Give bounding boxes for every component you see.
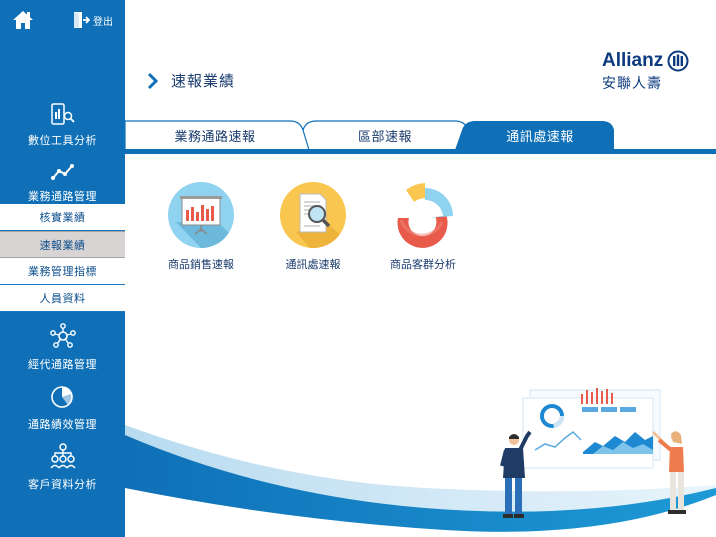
tile-label: 商品客群分析 — [390, 258, 456, 271]
nav-item-customer-analysis[interactable]: 客戶資料分析 — [0, 443, 125, 492]
nav-item-broker-channel[interactable]: 經代通路管理 — [0, 323, 125, 372]
nav-label: 客戶資料分析 — [28, 478, 97, 491]
brand-name-zh: 安聯人壽 — [602, 76, 662, 92]
tile-icon-bg — [388, 182, 458, 248]
dashboard-panel — [522, 388, 661, 469]
submenu-item-kpi[interactable]: 業務管理指標 — [0, 258, 125, 285]
presentation-board-icon — [176, 196, 234, 248]
wave-illustration — [125, 388, 716, 537]
submenu-item-verified[interactable]: 核實業績 — [0, 204, 125, 231]
bottom-illustration — [125, 370, 716, 537]
sidebar: 登出 數位工具分析 業務通路管理 核實業績 速報業績 業務管理指標 人員資料 經… — [0, 0, 125, 537]
logout-button[interactable]: 登出 — [72, 10, 113, 30]
nav-label: 通路績效管理 — [28, 418, 97, 431]
nav-label: 業務通路管理 — [28, 190, 97, 203]
tab-sales-channel-report[interactable]: 業務通路速報 — [125, 120, 305, 150]
brand-name-en: Allianz — [602, 50, 664, 71]
home-icon — [13, 11, 33, 29]
submenu-item-quick-report[interactable]: 速報業績 — [0, 231, 125, 258]
pie-chart-icon — [50, 386, 73, 408]
submenu-item-personnel[interactable]: 人員資料 — [0, 285, 125, 312]
network-icon — [49, 323, 76, 348]
home-button[interactable] — [12, 10, 34, 30]
breadcrumb: 速報業績 — [147, 70, 235, 91]
chevron-right-icon — [147, 72, 159, 89]
nav-label: 經代通路管理 — [28, 358, 97, 371]
logout-icon — [74, 12, 90, 28]
tab-bar: 業務通路速報 區部速報 通訊處速報 — [125, 120, 716, 155]
donut-chart-icon — [397, 183, 453, 248]
tile-office-report[interactable]: 通訊處速報 — [268, 182, 358, 272]
page-title: 速報業績 — [171, 72, 236, 90]
brand-logo: Allianz 安聯人壽 — [602, 50, 702, 93]
sidebar-topbar: 登出 — [0, 0, 125, 40]
tile-product-customer-analysis[interactable]: 商品客群分析 — [378, 182, 468, 272]
mobile-search-icon — [50, 103, 75, 125]
trend-line-icon — [50, 164, 74, 180]
tile-product-sales-report[interactable]: 商品銷售速報 — [156, 182, 246, 272]
nav-item-digital-tools[interactable]: 數位工具分析 — [0, 103, 125, 148]
nav-item-sales-channel[interactable]: 業務通路管理 — [0, 163, 125, 204]
tile-icon-bg — [168, 182, 234, 248]
nav-item-channel-performance[interactable]: 通路績效管理 — [0, 385, 125, 432]
document-search-icon — [296, 193, 346, 248]
tab-district-report[interactable]: 區部速報 — [305, 120, 465, 150]
allianz-emblem-icon — [667, 50, 689, 72]
tile-label: 商品銷售速報 — [168, 258, 234, 271]
logout-label: 登出 — [93, 16, 113, 28]
tile-icon-bg — [280, 182, 346, 248]
submenu: 核實業績 速報業績 業務管理指標 人員資料 — [0, 204, 125, 312]
tile-label: 通訊處速報 — [285, 258, 341, 271]
tab-office-report[interactable]: 通訊處速報 — [465, 120, 615, 150]
people-tree-icon — [49, 443, 76, 469]
nav-label: 數位工具分析 — [28, 134, 97, 147]
